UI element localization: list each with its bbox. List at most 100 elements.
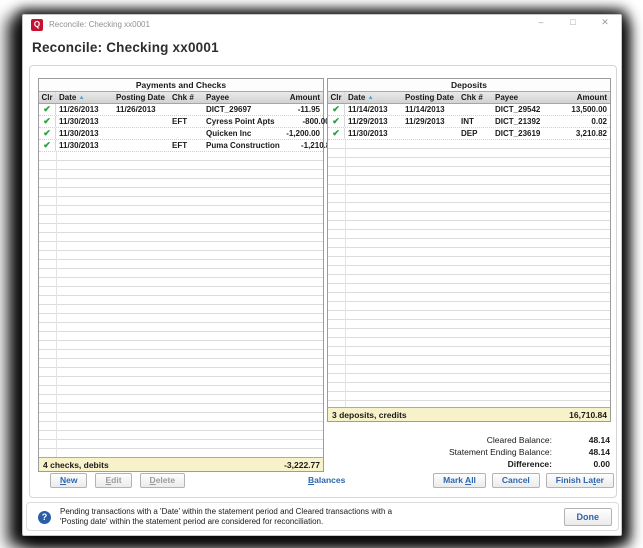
cell-date: 11/30/2013 [56,117,116,126]
deposits-total-label: 3 deposits, credits [332,410,407,420]
cell-amount: 13,500.00 [552,105,610,114]
cell-date: 11/30/2013 [56,129,116,138]
window-title: Reconcile: Checking xx0001 [49,20,150,29]
deposits-header-row: Clr Date ▲ Posting Date Chk # Payee Amou… [328,92,610,104]
col-clr[interactable]: Clr [328,92,345,103]
payments-total-amount: -3,222.77 [284,460,320,470]
mark-all-button[interactable]: Mark All [433,473,486,488]
edit-button-label: dit [111,475,121,485]
cell-payee: Puma Construction [206,141,280,150]
cleared-check-icon[interactable]: ✔ [332,128,340,138]
col-date[interactable]: Date ▲ [345,93,405,102]
col-chk[interactable]: Chk # [461,93,495,102]
footer-bar: ? Pending transactions with a 'Date' wit… [26,502,619,531]
cell-chk: EFT [172,141,206,150]
cell-amount: -800.00 [275,117,333,126]
difference-label: Difference: [508,458,552,470]
balance-summary: Cleared Balance: 48.14 Statement Ending … [449,434,610,470]
finish-later-button-label: er [596,475,604,485]
sort-ascending-icon: ▲ [79,95,85,101]
payments-row[interactable]: ✔ 11/30/2013 EFT Puma Construction -1,21… [39,140,323,152]
cell-posting-date: 11/26/2013 [116,105,172,114]
deposits-empty-rows [328,140,610,407]
cell-chk: EFT [172,117,206,126]
cell-payee: DICT_29542 [495,105,552,114]
deposits-row[interactable]: ✔ 11/14/2013 11/14/2013 DICT_29542 13,50… [328,104,610,116]
quicken-app-icon: Q [31,19,43,31]
statement-ending-balance-label: Statement Ending Balance: [449,446,552,458]
cell-payee: DICT_29697 [206,105,265,114]
cell-date: 11/29/2013 [345,117,405,126]
cell-chk: INT [461,117,495,126]
col-posting-date[interactable]: Posting Date [116,93,172,102]
col-date-label: Date [348,93,365,102]
cell-date: 11/30/2013 [56,141,116,150]
col-payee[interactable]: Payee [495,93,552,102]
reconcile-content-card: Payments and Checks Clr Date ▲ Posting D… [29,65,617,498]
cleared-check-icon[interactable]: ✔ [43,140,51,150]
col-amount[interactable]: Amount [265,93,323,102]
col-chk[interactable]: Chk # [172,93,206,102]
col-date-label: Date [59,93,76,102]
col-amount[interactable]: Amount [552,93,610,102]
cell-posting-date: 11/14/2013 [405,105,461,114]
cell-amount: 0.02 [552,117,610,126]
payments-row[interactable]: ✔ 11/26/2013 11/26/2013 DICT_29697 -11.9… [39,104,323,116]
cell-date: 11/14/2013 [345,105,405,114]
payments-header-row: Clr Date ▲ Posting Date Chk # Payee Amou… [39,92,323,104]
balances-button-label: alances [314,475,345,485]
cell-chk: DEP [461,129,495,138]
cancel-button-label: Cancel [502,475,530,485]
cell-payee: Quicken Inc [206,129,265,138]
payments-empty-rows [39,152,323,457]
cleared-check-icon[interactable]: ✔ [43,104,51,114]
help-icon: ? [38,511,51,524]
payments-panel: Payments and Checks Clr Date ▲ Posting D… [38,78,324,472]
close-icon[interactable]: ✕ [599,17,611,28]
page-title: Reconcile: Checking xx0001 [32,40,219,55]
payments-panel-title: Payments and Checks [39,79,323,92]
payments-row[interactable]: ✔ 11/30/2013 EFT Cyress Point Apts -800.… [39,116,323,128]
deposits-row[interactable]: ✔ 11/30/2013 DEP DICT_23619 3,210.82 [328,128,610,140]
cleared-check-icon[interactable]: ✔ [43,128,51,138]
cell-payee: DICT_21392 [495,117,552,126]
cleared-check-icon[interactable]: ✔ [332,104,340,114]
done-button[interactable]: Done [564,508,613,526]
maximize-icon[interactable]: □ [567,17,579,28]
col-posting-date[interactable]: Posting Date [405,93,461,102]
deposits-panel: Deposits Clr Date ▲ Posting Date Chk # P… [327,78,611,422]
payments-row[interactable]: ✔ 11/30/2013 Quicken Inc -1,200.00 [39,128,323,140]
cell-amount: -1,200.00 [265,129,323,138]
cancel-button[interactable]: Cancel [492,473,540,488]
finish-later-button-label-pre: Finish La [556,475,593,485]
delete-button[interactable]: Delete [140,473,186,488]
cleared-balance-label: Cleared Balance: [487,434,552,446]
deposits-total-amount: 16,710.84 [569,410,607,420]
cleared-check-icon[interactable]: ✔ [332,116,340,126]
mark-all-button-label: ll [471,475,476,485]
cell-date: 11/30/2013 [345,129,405,138]
sort-ascending-icon: ▲ [368,95,374,101]
cell-payee: Cyress Point Apts [206,117,275,126]
footer-note-line2: 'Posting date' within the statement peri… [60,517,392,527]
deposits-row[interactable]: ✔ 11/29/2013 11/29/2013 INT DICT_21392 0… [328,116,610,128]
col-date[interactable]: Date ▲ [56,93,116,102]
cleared-check-icon[interactable]: ✔ [43,116,51,126]
footer-note-line1: Pending transactions with a 'Date' withi… [60,507,392,517]
cell-date: 11/26/2013 [56,105,116,114]
cell-posting-date: 11/29/2013 [405,117,461,126]
payments-total-row: 4 checks, debits -3,222.77 [39,457,323,471]
balances-button[interactable]: Balances [298,473,355,488]
cell-amount: 3,210.82 [552,129,610,138]
new-button[interactable]: New [50,473,87,488]
finish-later-button[interactable]: Finish Later [546,473,614,488]
new-button-label: ew [66,475,77,485]
col-clr[interactable]: Clr [39,92,56,103]
col-payee[interactable]: Payee [206,93,265,102]
deposits-total-row: 3 deposits, credits 16,710.84 [328,407,610,421]
minimize-icon[interactable]: – [535,17,547,28]
edit-button[interactable]: Edit [95,473,131,488]
cleared-balance-value: 48.14 [552,434,610,446]
difference-value: 0.00 [552,458,610,470]
delete-button-label: elete [156,475,175,485]
